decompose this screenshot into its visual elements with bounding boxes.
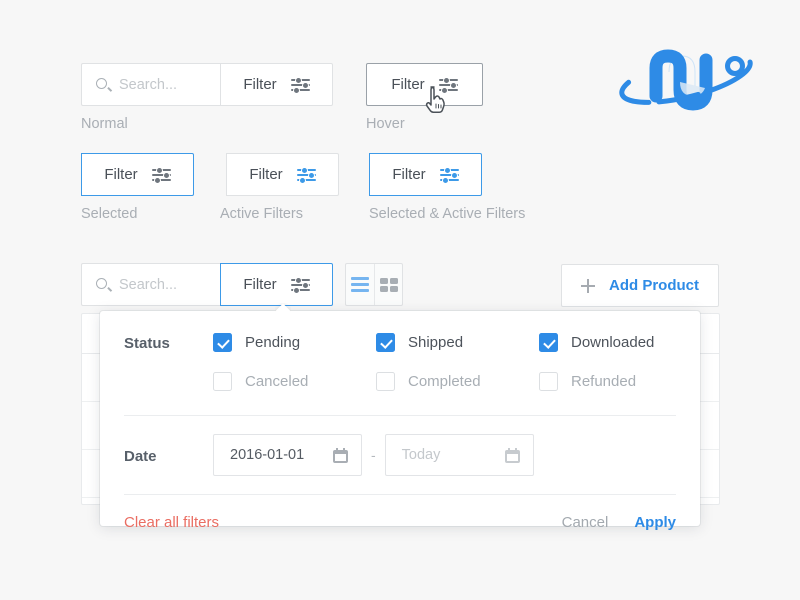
checkbox-shipped[interactable] [376,333,395,352]
view-list-button[interactable] [346,264,374,305]
filter-button-selected-active[interactable]: Filter [369,153,482,196]
plus-icon [581,279,595,293]
date-label: Date [124,446,213,465]
checkbox-label: Downloaded [571,334,654,351]
add-product-button[interactable]: Add Product [561,264,719,307]
clear-all-filters-link[interactable]: Clear all filters [124,514,219,531]
status-section: Status Pending Shipped Downloaded [100,311,700,391]
checkbox-item-pending[interactable]: Pending [213,333,376,352]
checkbox-refunded[interactable] [539,372,558,391]
filter-button-selected[interactable]: Filter [81,153,194,196]
search-placeholder: Search... [119,77,177,93]
caption-normal: Normal [81,116,128,132]
add-product-label: Add Product [609,277,699,294]
filter-demo-normal: Search... Filter [81,63,333,106]
search-icon [96,278,110,292]
w-orbit-logo [606,38,766,114]
grid-view-icon [380,278,398,292]
caption-selected-active-filters: Selected & Active Filters [369,206,525,222]
filter-button-normal[interactable]: Filter [220,63,333,106]
view-mode-toggle [345,263,403,306]
filter-button-label: Filter [104,166,137,183]
checkbox-item-shipped[interactable]: Shipped [376,333,539,352]
date-from-value: 2016-01-01 [230,447,304,463]
panel-arrow [275,303,291,312]
sliders-filter-icon [152,167,171,183]
sliders-filter-icon [440,167,459,183]
panel-footer: Clear all filters Cancel Apply [100,495,700,531]
checkbox-pending[interactable] [213,333,232,352]
filter-button-active[interactable]: Filter [226,153,339,196]
main-toolbar: Search... Filter [81,263,333,306]
status-row-1: Pending Shipped Downloaded [213,333,702,352]
checkbox-item-completed[interactable]: Completed [376,372,539,391]
sliders-filter-icon [291,77,310,93]
caption-selected: Selected [81,206,137,222]
checkbox-label: Shipped [408,334,463,351]
cancel-button[interactable]: Cancel [562,514,609,531]
filter-button-label: Filter [243,276,276,293]
caption-active-filters: Active Filters [220,206,303,222]
checkbox-item-canceled[interactable]: Canceled [213,372,376,391]
date-section: Date 2016-01-01 - Today [100,416,700,476]
sliders-filter-icon [291,277,310,293]
date-separator: - [371,447,376,463]
search-input[interactable]: Search... [81,263,220,306]
status-row-2: Canceled Completed Refunded [213,372,702,391]
calendar-icon [333,448,348,463]
filter-dropdown-panel: Status Pending Shipped Downloaded [100,311,700,526]
view-grid-button[interactable] [374,264,402,305]
mouse-cursor-icon [424,84,446,114]
date-to-placeholder: Today [402,447,441,463]
search-icon [96,78,110,92]
search-input-normal[interactable]: Search... [81,63,220,106]
checkbox-label: Canceled [245,373,308,390]
apply-button[interactable]: Apply [634,514,676,531]
checkbox-label: Pending [245,334,300,351]
caption-hover: Hover [366,116,405,132]
status-label: Status [124,333,213,391]
checkbox-downloaded[interactable] [539,333,558,352]
filter-button-label: Filter [391,76,424,93]
checkbox-label: Refunded [571,373,636,390]
search-placeholder: Search... [119,277,177,293]
checkbox-item-refunded[interactable]: Refunded [539,372,702,391]
list-view-icon [351,277,369,292]
checkbox-item-downloaded[interactable]: Downloaded [539,333,702,352]
checkbox-canceled[interactable] [213,372,232,391]
page-root: Search... Filter Normal Filter Hover Fil… [0,0,800,600]
checkbox-completed[interactable] [376,372,395,391]
filter-button-label: Filter [243,76,276,93]
filter-button[interactable]: Filter [220,263,333,306]
filter-button-label: Filter [249,166,282,183]
date-to-input[interactable]: Today [385,434,534,476]
checkbox-label: Completed [408,373,481,390]
filter-button-label: Filter [392,166,425,183]
sliders-filter-icon [297,167,316,183]
calendar-icon [505,448,520,463]
date-from-input[interactable]: 2016-01-01 [213,434,362,476]
